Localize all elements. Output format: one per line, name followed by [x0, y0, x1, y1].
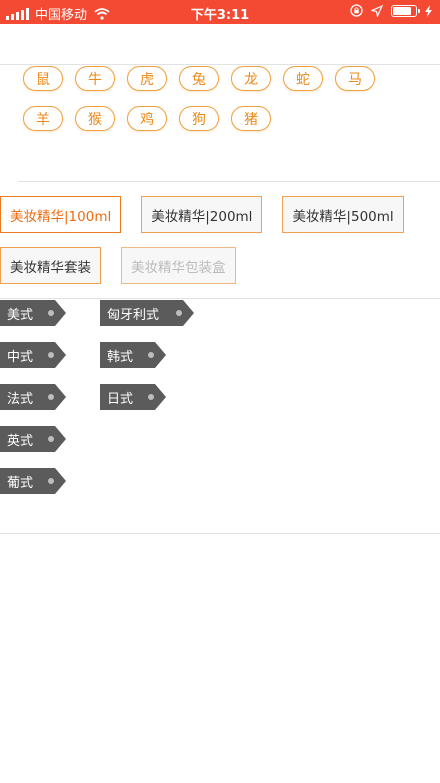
- zodiac-row: 鼠牛虎兔龙蛇马: [23, 66, 423, 91]
- option-button: 美妆精华包装盒: [121, 247, 236, 284]
- tag-dot-icon: [176, 310, 182, 316]
- tag-dot-icon: [48, 310, 54, 316]
- rotation-lock-icon: [350, 4, 363, 17]
- style-tag-label: 美式: [7, 307, 34, 323]
- tag-dot-icon: [48, 436, 54, 442]
- style-tag[interactable]: 美式: [0, 300, 66, 326]
- zodiac-chip[interactable]: 猪: [231, 106, 271, 131]
- style-tag[interactable]: 英式: [0, 426, 66, 452]
- tag-dot-icon: [48, 478, 54, 484]
- charging-bolt-icon: [425, 4, 432, 17]
- style-tag-label: 法式: [7, 391, 34, 407]
- style-tag-label: 韩式: [107, 349, 134, 365]
- zodiac-chip[interactable]: 羊: [23, 106, 63, 131]
- option-button[interactable]: 美妆精华套装: [0, 247, 101, 284]
- option-button[interactable]: 美妆精华|200ml: [141, 196, 263, 233]
- zodiac-chip[interactable]: 马: [335, 66, 375, 91]
- option-row: 美妆精华套装 美妆精华包装盒: [0, 247, 440, 284]
- zodiac-chip[interactable]: 鸡: [127, 106, 167, 131]
- zodiac-chip[interactable]: 龙: [231, 66, 271, 91]
- style-tag-label: 葡式: [7, 475, 34, 491]
- style-tag[interactable]: 中式: [0, 342, 66, 368]
- style-tag-label: 匈牙利式: [107, 307, 160, 323]
- divider: [18, 181, 440, 182]
- zodiac-chip[interactable]: 鼠: [23, 66, 63, 91]
- status-right: [350, 4, 432, 17]
- option-row: 美妆精华|100ml 美妆精华|200ml 美妆精华|500ml: [0, 196, 440, 233]
- zodiac-selector: 鼠牛虎兔龙蛇马羊猴鸡狗猪: [23, 66, 423, 146]
- status-bar: 中国移动 下午3:11: [0, 0, 440, 24]
- style-tag[interactable]: 匈牙利式: [100, 300, 194, 326]
- style-tag[interactable]: 法式: [0, 384, 66, 410]
- zodiac-chip[interactable]: 牛: [75, 66, 115, 91]
- divider: [0, 298, 440, 299]
- style-tag-label: 中式: [7, 349, 34, 365]
- zodiac-chip[interactable]: 猴: [75, 106, 115, 131]
- tag-dot-icon: [48, 394, 54, 400]
- tag-dot-icon: [148, 394, 154, 400]
- zodiac-chip[interactable]: 兔: [179, 66, 219, 91]
- zodiac-chip[interactable]: 蛇: [283, 66, 323, 91]
- divider: [0, 533, 440, 534]
- zodiac-row: 羊猴鸡狗猪: [23, 106, 423, 131]
- style-tag[interactable]: 韩式: [100, 342, 166, 368]
- zodiac-chip[interactable]: 虎: [127, 66, 167, 91]
- tag-dot-icon: [148, 352, 154, 358]
- style-tag[interactable]: 葡式: [0, 468, 66, 494]
- option-button[interactable]: 美妆精华|500ml: [282, 196, 404, 233]
- option-button[interactable]: 美妆精华|100ml: [0, 196, 122, 233]
- tag-dot-icon: [48, 352, 54, 358]
- style-tag-label: 英式: [7, 433, 34, 449]
- zodiac-chip[interactable]: 狗: [179, 106, 219, 131]
- battery-icon: [391, 4, 420, 17]
- location-arrow-icon: [371, 4, 383, 17]
- style-tag[interactable]: 日式: [100, 384, 166, 410]
- product-option-selector: 美妆精华|100ml 美妆精华|200ml 美妆精华|500ml 美妆精华套装 美妆精华…: [0, 196, 440, 298]
- divider: [0, 64, 440, 65]
- style-tag-label: 日式: [107, 391, 134, 407]
